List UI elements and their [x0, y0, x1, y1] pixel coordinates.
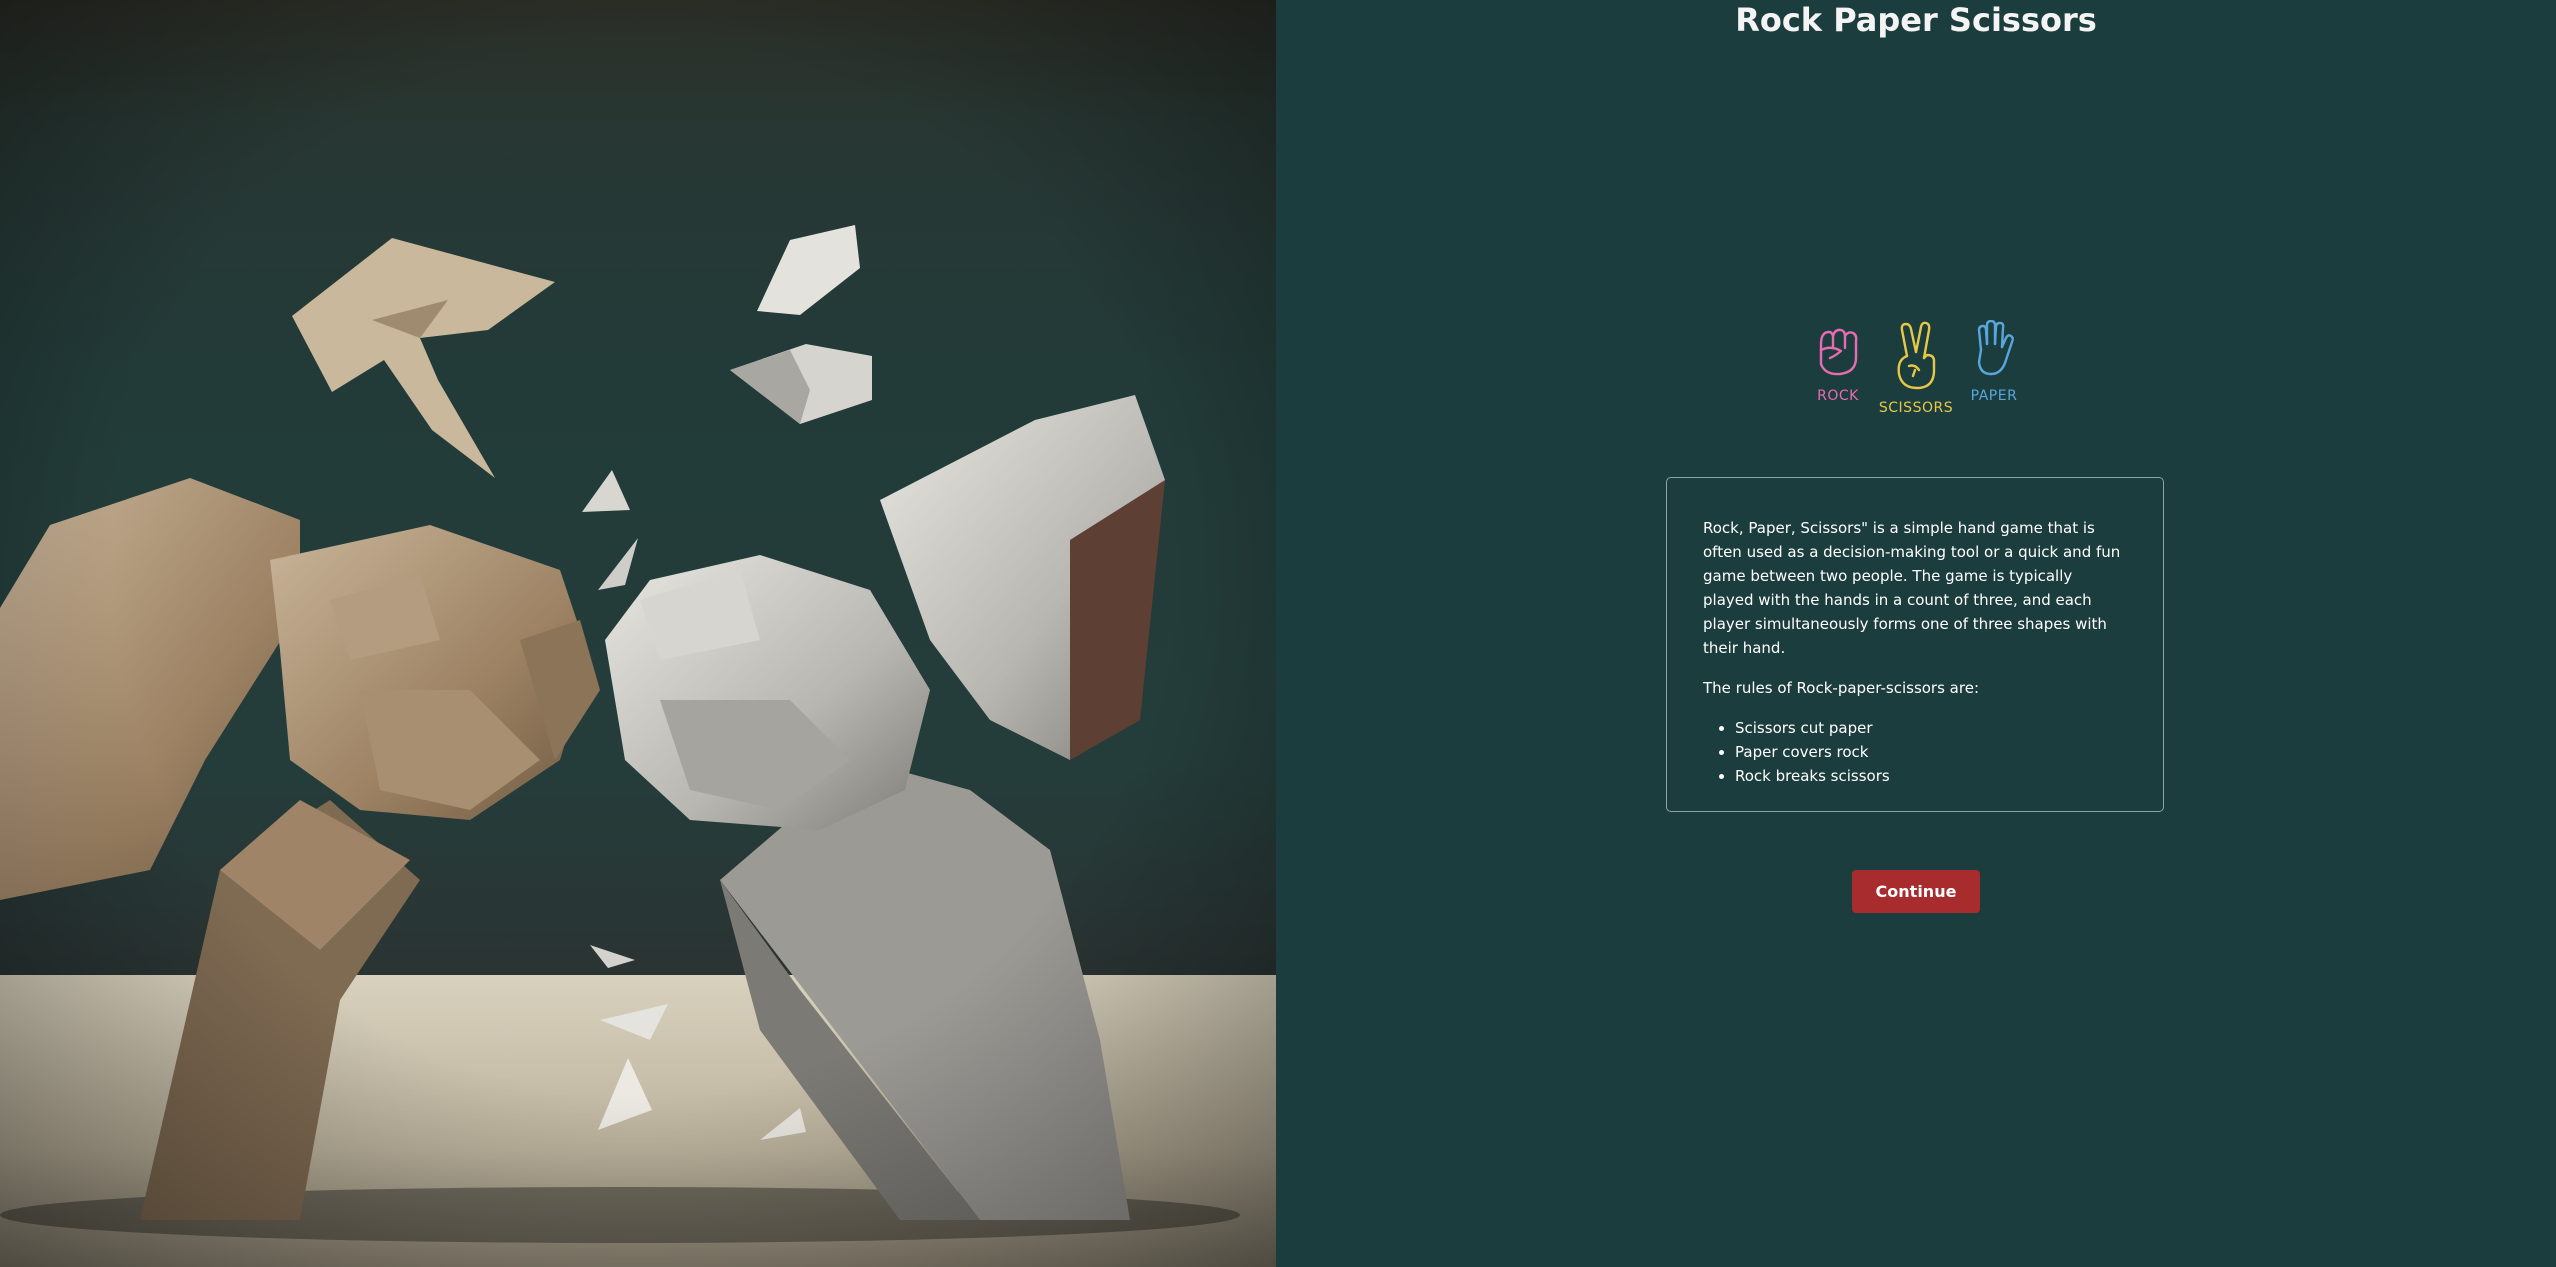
peace-hand-icon	[1897, 321, 1936, 390]
rule-item: Rock breaks scissors	[1735, 764, 2127, 788]
game-panel: Rock Paper Scissors ROCK SCISSORS PAPER …	[1276, 0, 2556, 1267]
rules-box: Rock, Paper, Scissors" is a simple hand …	[1666, 477, 2164, 812]
choice-rock-label: ROCK	[1817, 388, 1859, 404]
choice-paper: PAPER	[1956, 320, 2032, 404]
open-hand-icon	[1977, 320, 2014, 376]
rule-item: Paper covers rock	[1735, 740, 2127, 764]
continue-button[interactable]: Continue	[1852, 870, 1980, 913]
app-layout: Rock Paper Scissors ROCK SCISSORS PAPER …	[0, 0, 2556, 1267]
choice-scissors-label: SCISSORS	[1878, 400, 1954, 416]
rule-item: Scissors cut paper	[1735, 716, 2127, 740]
origami-hands-illustration	[0, 0, 1276, 1267]
choice-scissors: SCISSORS	[1878, 320, 1954, 416]
choice-paper-label: PAPER	[1970, 388, 2018, 404]
hero-image	[0, 0, 1276, 1267]
rules-intro: Rock, Paper, Scissors" is a simple hand …	[1703, 519, 2121, 657]
page-title: Rock Paper Scissors	[1735, 1, 2097, 39]
choice-icons: ROCK SCISSORS PAPER	[1800, 320, 2032, 438]
rules-heading: The rules of Rock-paper-scissors are:	[1703, 679, 1979, 697]
choice-rock: ROCK	[1800, 320, 1876, 404]
rules-list: Scissors cut paper Paper covers rock Roc…	[1703, 716, 2127, 788]
fist-icon	[1819, 328, 1858, 376]
